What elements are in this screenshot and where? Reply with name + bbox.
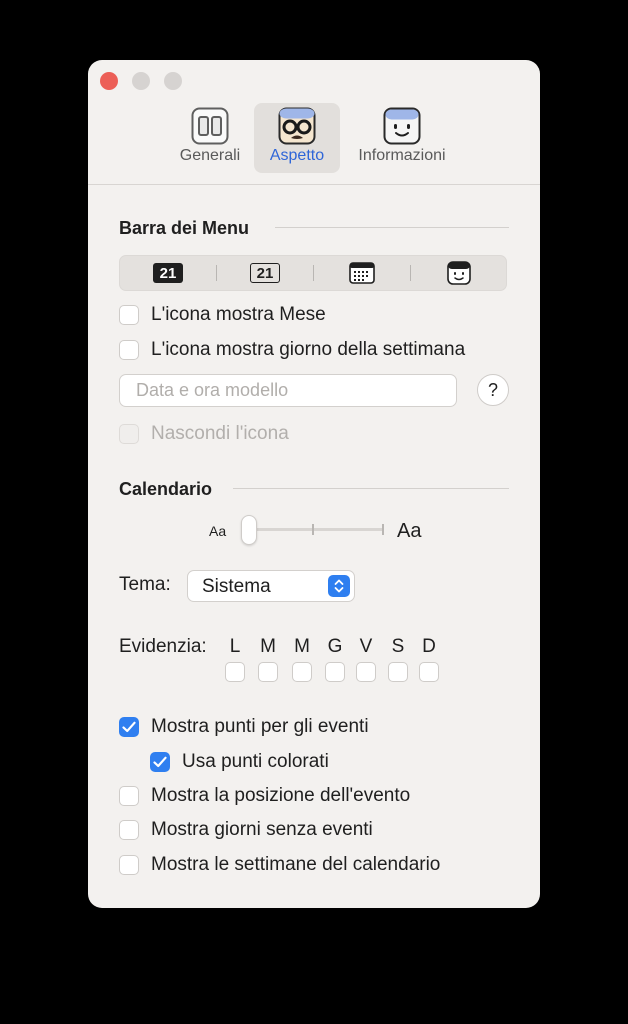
toolbar-divider [88, 184, 540, 185]
show-event-location-option[interactable]: Mostra la posizione dell'evento [119, 785, 410, 807]
tab-aspetto-label: Aspetto [269, 147, 325, 164]
filled-date-icon: 21 [153, 263, 183, 283]
font-size-slider-knob[interactable] [241, 515, 257, 545]
use-colored-dots-label: Usa punti colorati [182, 751, 329, 772]
show-weekday-label: L'icona mostra giorno della settimana [151, 339, 466, 360]
glasses-face-icon [278, 107, 316, 145]
date-time-template-input[interactable] [119, 374, 457, 407]
show-month-checkbox[interactable] [119, 305, 139, 325]
show-calendar-weeks-label: Mostra le settimane del calendario [151, 854, 441, 875]
general-icon [191, 107, 229, 145]
section-divider [275, 227, 509, 228]
icon-style-face[interactable] [411, 256, 507, 290]
day-label-friday: V [359, 636, 373, 657]
day-label-wednesday: M [294, 636, 310, 657]
icon-style-calendar[interactable] [314, 256, 410, 290]
show-days-without-events-checkbox[interactable] [119, 820, 139, 840]
outline-date-icon: 21 [250, 263, 280, 283]
day-label-saturday: S [391, 636, 405, 657]
slider-tick [382, 524, 384, 535]
hide-icon-checkbox[interactable] [119, 424, 139, 444]
show-weekday-option[interactable]: L'icona mostra giorno della settimana [119, 339, 465, 361]
tab-informazioni[interactable]: Informazioni [348, 103, 456, 173]
font-size-large-label: Aa [397, 520, 422, 542]
day-label-tuesday: M [260, 636, 276, 657]
highlight-tuesday-checkbox[interactable] [258, 662, 278, 682]
slider-tick [312, 524, 314, 535]
theme-select[interactable]: Sistema [187, 570, 355, 602]
updown-chevron-icon [328, 575, 350, 597]
show-month-label: L'icona mostra Mese [151, 304, 326, 325]
show-calendar-weeks-option[interactable]: Mostra le settimane del calendario [119, 854, 440, 876]
hide-icon-option[interactable]: Nascondi l'icona [119, 423, 289, 445]
highlight-thursday-checkbox[interactable] [325, 662, 345, 682]
tab-generali[interactable]: Generali [168, 103, 252, 173]
show-days-without-events-label: Mostra giorni senza eventi [151, 819, 373, 840]
show-event-dots-option[interactable]: Mostra punti per gli eventi [119, 716, 369, 738]
highlight-saturday-checkbox[interactable] [388, 662, 408, 682]
preferences-window: Generali Aspetto Informazioni Barra dei … [88, 60, 540, 908]
checkmark-icon [153, 756, 167, 768]
section-divider [233, 488, 509, 489]
menu-icon-style-selector: 21 21 [119, 255, 507, 291]
highlight-wednesday-checkbox[interactable] [292, 662, 312, 682]
tab-generali-label: Generali [179, 147, 241, 164]
theme-select-value: Sistema [202, 576, 271, 597]
calendar-grid-icon [349, 262, 375, 284]
icon-style-outline[interactable]: 21 [217, 256, 313, 290]
show-event-location-label: Mostra la posizione dell'evento [151, 785, 411, 806]
use-colored-dots-option[interactable]: Usa punti colorati [150, 751, 329, 773]
icon-style-filled[interactable]: 21 [120, 256, 216, 290]
show-calendar-weeks-checkbox[interactable] [119, 855, 139, 875]
close-button[interactable] [100, 72, 118, 90]
show-event-location-checkbox[interactable] [119, 786, 139, 806]
show-event-dots-label: Mostra punti per gli eventi [151, 716, 369, 737]
tab-aspetto[interactable]: Aspetto [254, 103, 340, 173]
day-label-sunday: D [422, 636, 436, 657]
highlight-monday-checkbox[interactable] [225, 662, 245, 682]
minimize-button[interactable] [132, 72, 150, 90]
tab-informazioni-label: Informazioni [358, 147, 446, 164]
hide-icon-label: Nascondi l'icona [151, 423, 289, 444]
show-days-without-events-option[interactable]: Mostra giorni senza eventi [119, 819, 373, 841]
highlight-sunday-checkbox[interactable] [419, 662, 439, 682]
show-weekday-checkbox[interactable] [119, 340, 139, 360]
calendar-heading: Calendario [119, 479, 213, 499]
day-label-thursday: G [327, 636, 343, 657]
checkmark-icon [122, 721, 136, 733]
menu-bar-heading: Barra dei Menu [119, 218, 250, 238]
font-size-small-label: Aa [209, 523, 227, 539]
show-month-option[interactable]: L'icona mostra Mese [119, 304, 326, 326]
theme-label: Tema: [119, 574, 171, 595]
show-event-dots-checkbox[interactable] [119, 717, 139, 737]
font-size-slider-track[interactable] [244, 524, 384, 535]
help-button[interactable]: ? [477, 374, 509, 406]
highlight-label: Evidenzia: [119, 636, 207, 657]
smiley-face-icon [383, 107, 421, 145]
use-colored-dots-checkbox[interactable] [150, 752, 170, 772]
day-label-monday: L [229, 636, 241, 657]
zoom-button[interactable] [164, 72, 182, 90]
highlight-friday-checkbox[interactable] [356, 662, 376, 682]
face-icon [447, 261, 471, 285]
